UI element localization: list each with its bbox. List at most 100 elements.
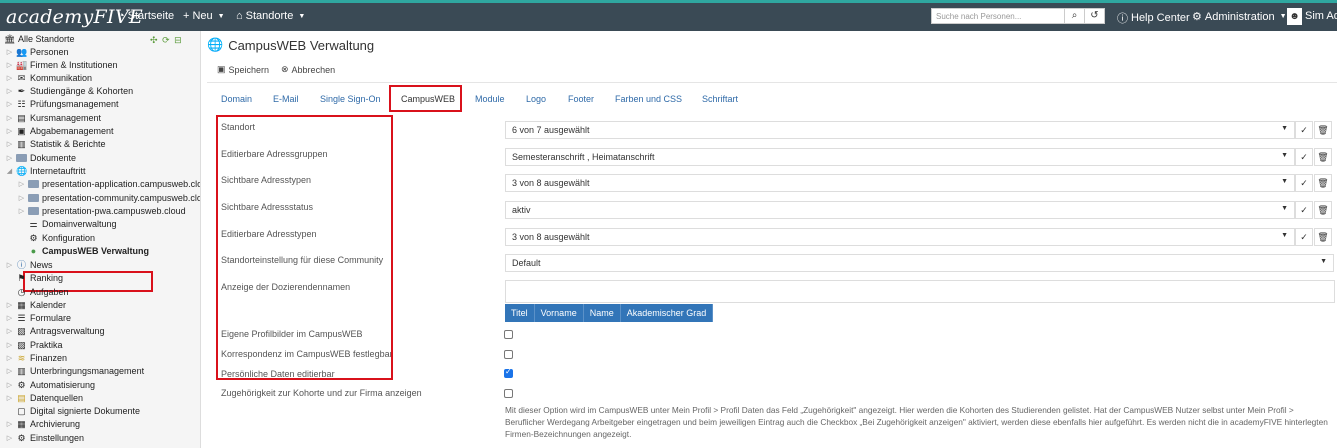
refresh-icon[interactable]: ⟳ bbox=[162, 35, 171, 45]
expand-icon[interactable]: ▷ bbox=[6, 341, 13, 349]
adressstatus-select[interactable]: aktiv ▼ bbox=[505, 201, 1295, 219]
sidebar-item-finanzen[interactable]: ▷ ≋ Finanzen bbox=[6, 351, 67, 364]
persoenliche-daten-checkbox[interactable] bbox=[504, 367, 513, 378]
sidebar-item-ranking[interactable]: ⚑ Ranking bbox=[6, 271, 63, 284]
help-center-link[interactable]: ⓘ Help Center bbox=[1117, 10, 1190, 26]
sidebar-item-abgabemanagement[interactable]: ▷ ▣ Abgabemanagement bbox=[6, 124, 114, 137]
expand-icon[interactable]: ▷ bbox=[18, 180, 25, 188]
save-button[interactable]: ▣ Speichern bbox=[217, 64, 269, 75]
dozierendennamen-input[interactable] bbox=[505, 280, 1335, 303]
expand-icon[interactable]: ▷ bbox=[6, 394, 13, 402]
history-button[interactable]: ↺ bbox=[1084, 8, 1105, 24]
sidebar-item-datenquellen[interactable]: ▷ ▤ Datenquellen bbox=[6, 391, 83, 404]
expand-icon[interactable]: ▷ bbox=[6, 127, 13, 135]
sidebar-item-unterbringungsmanagement[interactable]: ▷ ▥ Unterbringungsmanagement bbox=[6, 364, 144, 377]
tab-logo[interactable]: Logo bbox=[526, 94, 546, 104]
adressgruppen-select[interactable]: Semesteranschrift , Heimatanschrift ▼ bbox=[505, 148, 1295, 166]
expand-icon[interactable]: ▷ bbox=[6, 314, 13, 322]
sidebar-item-antragsverwaltung[interactable]: ▷ ▧ Antragsverwaltung bbox=[6, 324, 105, 337]
expand-icon[interactable]: ▷ bbox=[6, 140, 13, 148]
sidebar-item-kommunikation[interactable]: ▷ ✉ Kommunikation bbox=[6, 71, 92, 84]
sidebar-item-studiengaenge[interactable]: ▷ ✒ Studiengänge & Kohorten bbox=[6, 84, 133, 97]
tree-tools[interactable]: ✣ ⟳ ⊟ bbox=[150, 35, 183, 46]
sidebar-item-presentation-community[interactable]: ▷ presentation-community.campusweb.cloud bbox=[18, 191, 200, 204]
locations-menu[interactable]: ⌂ Standorte ▼ bbox=[236, 10, 305, 22]
expand-icon[interactable]: ▷ bbox=[6, 381, 13, 389]
administration-menu[interactable]: ⚙ Administration ▼ bbox=[1192, 10, 1287, 24]
user-avatar-icon[interactable]: ☻ bbox=[1287, 8, 1302, 25]
korrespondenz-checkbox[interactable] bbox=[504, 350, 513, 359]
expand-icon[interactable]: ▷ bbox=[6, 87, 13, 95]
sidebar-item-aufgaben[interactable]: ◷ Aufgaben bbox=[6, 285, 69, 298]
sidebar-item-einstellungen[interactable]: ▷ ⚙ Einstellungen bbox=[6, 431, 84, 444]
sidebar-item-personen[interactable]: ▷ 👥 Personen bbox=[6, 45, 69, 58]
confirm-button[interactable]: ✓ bbox=[1295, 228, 1313, 246]
clear-button[interactable]: 🗑 bbox=[1314, 174, 1332, 192]
sidebar-item-dokumente[interactable]: ▷ Dokumente bbox=[6, 151, 76, 164]
tab-domain[interactable]: Domain bbox=[221, 94, 252, 104]
sidebar-item-praktika[interactable]: ▷ ▨ Praktika bbox=[6, 338, 63, 351]
person-search-input[interactable]: Suche nach Personen... bbox=[931, 8, 1065, 24]
sidebar-item-kalender[interactable]: ▷ ▦ Kalender bbox=[6, 298, 66, 311]
sidebar-item-news[interactable]: ▷ ⓘ News bbox=[6, 258, 53, 271]
expand-icon[interactable]: ▷ bbox=[6, 434, 13, 442]
clear-button[interactable]: 🗑 bbox=[1314, 228, 1332, 246]
zugehoerigkeit-checkbox[interactable] bbox=[504, 389, 513, 398]
expand-icon[interactable]: ▷ bbox=[6, 74, 13, 82]
expand-icon[interactable]: ▷ bbox=[18, 194, 25, 202]
sidebar-item-presentation-pwa[interactable]: ▷ presentation-pwa.campusweb.cloud bbox=[18, 204, 186, 217]
expand-icon[interactable]: ▷ bbox=[6, 48, 13, 56]
chip-name[interactable]: Name bbox=[583, 304, 621, 322]
chip-akademischer-grad[interactable]: Akademischer Grad bbox=[620, 304, 714, 322]
sidebar-item-automatisierung[interactable]: ▷ ⚙ Automatisierung bbox=[6, 378, 95, 391]
sidebar-item-statistik[interactable]: ▷ ▥ Statistik & Berichte bbox=[6, 137, 106, 150]
expand-icon[interactable]: ▷ bbox=[6, 261, 13, 269]
tree-root[interactable]: 🏛 Alle Standorte bbox=[4, 32, 75, 45]
confirm-button[interactable]: ✓ bbox=[1295, 174, 1313, 192]
clear-button[interactable]: 🗑 bbox=[1314, 201, 1332, 219]
expand-all-icon[interactable]: ✣ bbox=[150, 35, 159, 45]
sidebar-item-archivierung[interactable]: ▷ ▦ Archivierung bbox=[6, 417, 80, 430]
clear-button[interactable]: 🗑 bbox=[1314, 148, 1332, 166]
profilbilder-checkbox[interactable] bbox=[504, 330, 513, 339]
collapse-all-icon[interactable]: ⊟ bbox=[174, 35, 183, 45]
home-link[interactable]: ◔ Startseite bbox=[118, 10, 174, 22]
confirm-button[interactable]: ✓ bbox=[1295, 148, 1313, 166]
expand-icon[interactable]: ▷ bbox=[6, 420, 13, 428]
new-menu[interactable]: + Neu ▼ bbox=[183, 10, 225, 22]
tab-single-sign-on[interactable]: Single Sign-On bbox=[320, 94, 381, 104]
chip-vorname[interactable]: Vorname bbox=[534, 304, 584, 322]
sidebar-item-campusweb-verwaltung[interactable]: ● CampusWEB Verwaltung bbox=[18, 244, 149, 257]
expand-icon[interactable]: ▷ bbox=[6, 301, 13, 309]
search-button[interactable]: ⌕ bbox=[1064, 8, 1085, 24]
expand-icon[interactable]: ▷ bbox=[6, 327, 13, 335]
sidebar-item-pruefungsmanagement[interactable]: ▷ ☷ Prüfungsmanagement bbox=[6, 97, 119, 110]
sidebar-item-presentation-application[interactable]: ▷ presentation-application.campusweb.clou… bbox=[18, 177, 200, 190]
tab-email[interactable]: E-Mail bbox=[273, 94, 299, 104]
collapse-icon[interactable]: ◢ bbox=[6, 167, 13, 175]
editierbare-adresstypen-select[interactable]: 3 von 8 ausgewählt ▼ bbox=[505, 228, 1295, 246]
chip-titel[interactable]: Titel bbox=[505, 304, 535, 322]
expand-icon[interactable]: ▷ bbox=[6, 100, 13, 108]
sidebar-item-domainverwaltung[interactable]: ⚌ Domainverwaltung bbox=[18, 217, 116, 230]
expand-icon[interactable]: ▷ bbox=[6, 114, 13, 122]
expand-icon[interactable]: ▷ bbox=[18, 207, 25, 215]
sidebar-item-internetauftritt[interactable]: ◢ 🌐 Internetauftritt bbox=[6, 164, 86, 177]
tab-module[interactable]: Module bbox=[475, 94, 505, 104]
confirm-button[interactable]: ✓ bbox=[1295, 201, 1313, 219]
tab-footer[interactable]: Footer bbox=[568, 94, 594, 104]
sidebar-item-kursmanagement[interactable]: ▷ ▤ Kursmanagement bbox=[6, 111, 101, 124]
tab-farben-und-css[interactable]: Farben und CSS bbox=[615, 94, 682, 104]
user-menu[interactable]: Sim Adr bbox=[1305, 10, 1337, 22]
sidebar-item-formulare[interactable]: ▷ ☰ Formulare bbox=[6, 311, 71, 324]
expand-icon[interactable]: ▷ bbox=[6, 367, 13, 375]
expand-icon[interactable]: ▷ bbox=[6, 154, 13, 162]
sidebar-item-konfiguration[interactable]: ⚙ Konfiguration bbox=[18, 231, 95, 244]
sidebar-item-digital-signierte-dokumente[interactable]: ▢ Digital signierte Dokumente bbox=[6, 404, 140, 417]
cancel-button[interactable]: ⊗ Abbrechen bbox=[281, 64, 335, 75]
confirm-button[interactable]: ✓ bbox=[1295, 121, 1313, 139]
expand-icon[interactable]: ▷ bbox=[6, 61, 13, 69]
tab-schriftart[interactable]: Schriftart bbox=[702, 94, 738, 104]
sidebar-item-firmen[interactable]: ▷ 🏭 Firmen & Institutionen bbox=[6, 58, 118, 71]
standort-select[interactable]: 6 von 7 ausgewählt ▼ bbox=[505, 121, 1295, 139]
